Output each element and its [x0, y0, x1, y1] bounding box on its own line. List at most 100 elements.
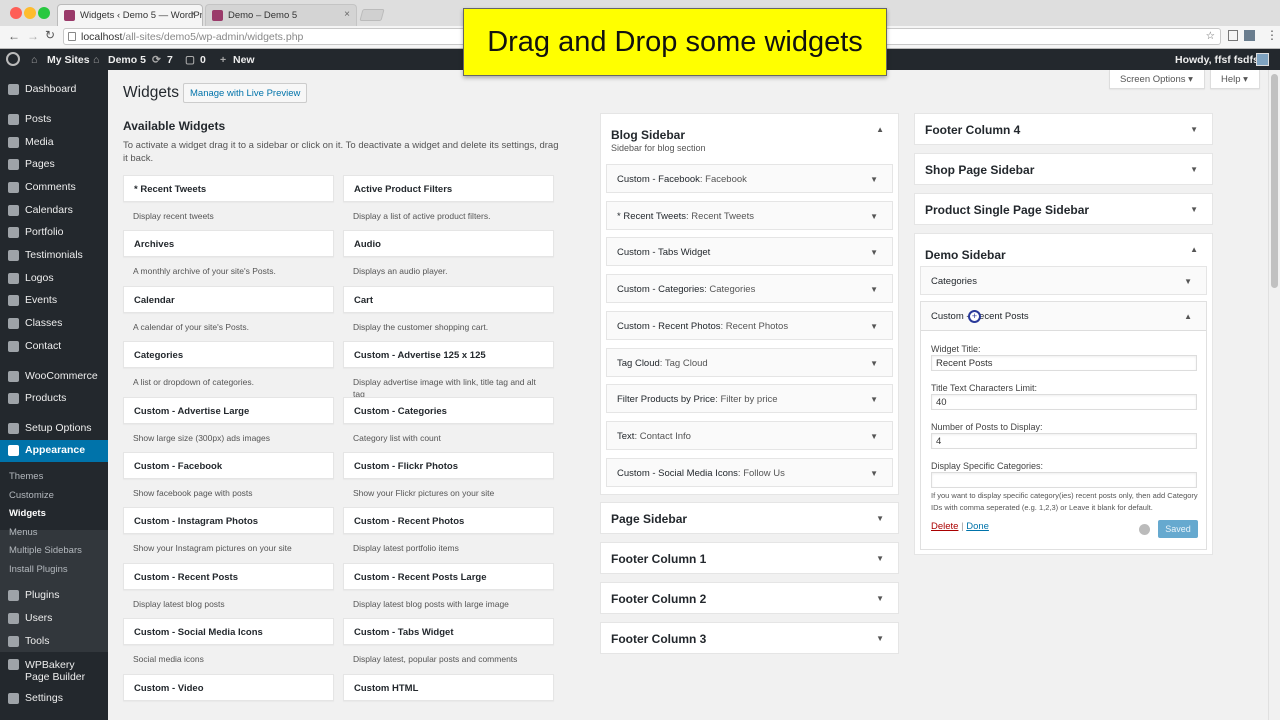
- back-icon[interactable]: ←: [8, 29, 20, 43]
- help-button[interactable]: Help ▾: [1210, 70, 1260, 89]
- sidebar-footer-column-3[interactable]: Footer Column 3 ▼: [600, 622, 899, 654]
- menu-item-testimonials[interactable]: Testimonials: [0, 245, 108, 267]
- categories-input[interactable]: [931, 472, 1197, 488]
- howdy-link[interactable]: Howdy, ffsf fsdfsd: [1175, 54, 1265, 66]
- collapse-arrow-icon[interactable]: ▲: [876, 125, 884, 134]
- menu-item-calendars[interactable]: Calendars: [0, 200, 108, 222]
- bookmark-star-icon[interactable]: ☆: [1206, 30, 1215, 42]
- new-content-link[interactable]: New: [233, 54, 255, 66]
- sidebar-widget-custom-recent-photos[interactable]: Custom - Recent Photos: Recent Photos ▼: [606, 310, 893, 340]
- expand-arrow-icon[interactable]: ▼: [876, 634, 884, 643]
- wordpress-logo-icon[interactable]: [6, 52, 20, 66]
- page-scrollbar[interactable]: [1268, 70, 1280, 720]
- menu-item-setup-options[interactable]: Setup Options: [0, 418, 108, 440]
- site-link[interactable]: Demo 5: [108, 54, 146, 66]
- sidebar-shop-page-sidebar[interactable]: Shop Page Sidebar ▼: [914, 153, 1213, 185]
- expand-arrow-icon[interactable]: ▼: [876, 594, 884, 603]
- extension-icon[interactable]: [1244, 30, 1255, 41]
- widget-tile[interactable]: Active Product Filters: [343, 175, 554, 202]
- widget-tile[interactable]: Custom - Advertise 125 x 125: [343, 341, 554, 369]
- menu-item-events[interactable]: Events: [0, 290, 108, 312]
- widget-tile[interactable]: Custom - Social Media Icons: [123, 618, 334, 646]
- updates-count[interactable]: 7: [167, 54, 173, 66]
- expand-arrow-icon[interactable]: ▼: [1190, 125, 1198, 134]
- widget-tile[interactable]: Custom - Recent Photos: [343, 507, 554, 535]
- menu-item-portfolio[interactable]: Portfolio: [0, 222, 108, 244]
- browser-tab-widgets[interactable]: Widgets ‹ Demo 5 — WordPre… ×: [57, 4, 203, 26]
- char-limit-input[interactable]: 40: [931, 394, 1197, 410]
- expand-arrow-icon[interactable]: ▼: [870, 285, 878, 294]
- menu-item-wpbakery-page-builder[interactable]: WPBakery Page Builder: [0, 654, 108, 688]
- menu-item-plugins[interactable]: Plugins: [0, 585, 108, 607]
- expand-arrow-icon[interactable]: ▼: [876, 514, 884, 523]
- menu-item-classes[interactable]: Classes: [0, 313, 108, 335]
- menu-item-posts[interactable]: Posts: [0, 109, 108, 131]
- widget-tile[interactable]: Custom - Recent Posts: [123, 562, 334, 590]
- post-count-input[interactable]: 4: [931, 433, 1197, 449]
- avatar[interactable]: [1256, 53, 1269, 66]
- extension-icon[interactable]: [1228, 30, 1238, 41]
- widget-tile[interactable]: * Recent Tweets: [123, 175, 334, 202]
- menu-item-comments[interactable]: Comments: [0, 177, 108, 199]
- expand-arrow-icon[interactable]: ▼: [1190, 165, 1198, 174]
- widget-tile[interactable]: Custom - Advertise Large: [123, 396, 334, 424]
- widget-tile[interactable]: Custom HTML: [343, 673, 554, 701]
- submenu-item-menus[interactable]: Menus: [9, 527, 38, 538]
- expand-arrow-icon[interactable]: ▼: [870, 175, 878, 184]
- new-tab-button[interactable]: [359, 9, 385, 21]
- screen-options-button[interactable]: Screen Options ▾: [1109, 70, 1205, 89]
- close-tab-icon[interactable]: ×: [344, 9, 350, 20]
- close-tab-icon[interactable]: ×: [190, 9, 196, 20]
- sidebar-widget-recent-tweets[interactable]: * Recent Tweets: Recent Tweets ▼: [606, 200, 893, 230]
- widget-tile[interactable]: Categories: [123, 341, 334, 369]
- done-link[interactable]: Done: [966, 521, 989, 532]
- submenu-item-widgets[interactable]: Widgets: [9, 508, 46, 519]
- widget-tile[interactable]: Archives: [123, 230, 334, 258]
- expand-arrow-icon[interactable]: ▼: [870, 359, 878, 368]
- expand-arrow-icon[interactable]: ▼: [870, 248, 878, 257]
- menu-item-media[interactable]: Media: [0, 132, 108, 154]
- menu-item-users[interactable]: Users: [0, 608, 108, 630]
- menu-item-products[interactable]: Products: [0, 388, 108, 410]
- widget-tile[interactable]: Custom - Recent Posts Large: [343, 562, 554, 590]
- expand-arrow-icon[interactable]: ▼: [1184, 277, 1192, 286]
- menu-item-logos[interactable]: Logos: [0, 268, 108, 290]
- open-widget-header[interactable]: Custom - Recent Posts ▲ +: [921, 302, 1206, 331]
- widget-tile[interactable]: Custom - Video: [123, 673, 334, 701]
- close-window-icon[interactable]: [10, 7, 22, 19]
- collapse-arrow-icon[interactable]: ▲: [1184, 312, 1192, 321]
- expand-arrow-icon[interactable]: ▼: [1190, 205, 1198, 214]
- submenu-item-install-plugins[interactable]: Install Plugins: [9, 564, 68, 575]
- sidebar-widget-tag-cloud[interactable]: Tag Cloud: Tag Cloud ▼: [606, 347, 893, 377]
- reload-icon[interactable]: ↻: [45, 28, 55, 42]
- widget-tile[interactable]: Custom - Categories: [343, 396, 554, 424]
- expand-arrow-icon[interactable]: ▼: [870, 322, 878, 331]
- widget-tile[interactable]: Calendar: [123, 285, 334, 313]
- widget-tile[interactable]: Cart: [343, 285, 554, 313]
- submenu-item-themes[interactable]: Themes: [9, 471, 43, 482]
- sidebar-widget-categories[interactable]: Categories ▼: [920, 266, 1207, 295]
- sidebar-footer-column-1[interactable]: Footer Column 1 ▼: [600, 542, 899, 574]
- sidebar-product-single-page-sidebar[interactable]: Product Single Page Sidebar ▼: [914, 193, 1213, 225]
- browser-tab-demo[interactable]: Demo – Demo 5 ×: [205, 4, 357, 26]
- sidebar-footer-column-4[interactable]: Footer Column 4 ▼: [914, 113, 1213, 145]
- widget-tile[interactable]: Audio: [343, 230, 554, 258]
- widget-title-input[interactable]: Recent Posts: [931, 355, 1197, 371]
- delete-link[interactable]: Delete: [931, 521, 958, 532]
- submenu-item-customize[interactable]: Customize: [9, 490, 54, 501]
- widget-tile[interactable]: Custom - Tabs Widget: [343, 618, 554, 646]
- menu-item-woocommerce[interactable]: WooCommerce: [0, 366, 108, 388]
- expand-arrow-icon[interactable]: ▼: [870, 395, 878, 404]
- sidebar-widget-filter-products-by-price[interactable]: Filter Products by Price: Filter by pric…: [606, 384, 893, 414]
- widget-tile[interactable]: Custom - Flickr Photos: [343, 452, 554, 479]
- scrollbar-thumb[interactable]: [1271, 74, 1278, 288]
- sidebar-title[interactable]: Blog Sidebar: [611, 128, 685, 142]
- sidebar-widget-custom-social-media-icons[interactable]: Custom - Social Media Icons: Follow Us ▼: [606, 457, 893, 487]
- menu-item-pages[interactable]: Pages: [0, 154, 108, 176]
- menu-item-dashboard[interactable]: Dashboard: [0, 79, 108, 101]
- live-preview-button[interactable]: Manage with Live Preview: [183, 83, 308, 103]
- menu-item-contact[interactable]: Contact: [0, 336, 108, 358]
- my-sites-link[interactable]: My Sites: [47, 54, 90, 66]
- browser-menu-icon[interactable]: ⋮: [1266, 28, 1278, 42]
- sidebar-page-sidebar[interactable]: Page Sidebar ▼: [600, 502, 899, 534]
